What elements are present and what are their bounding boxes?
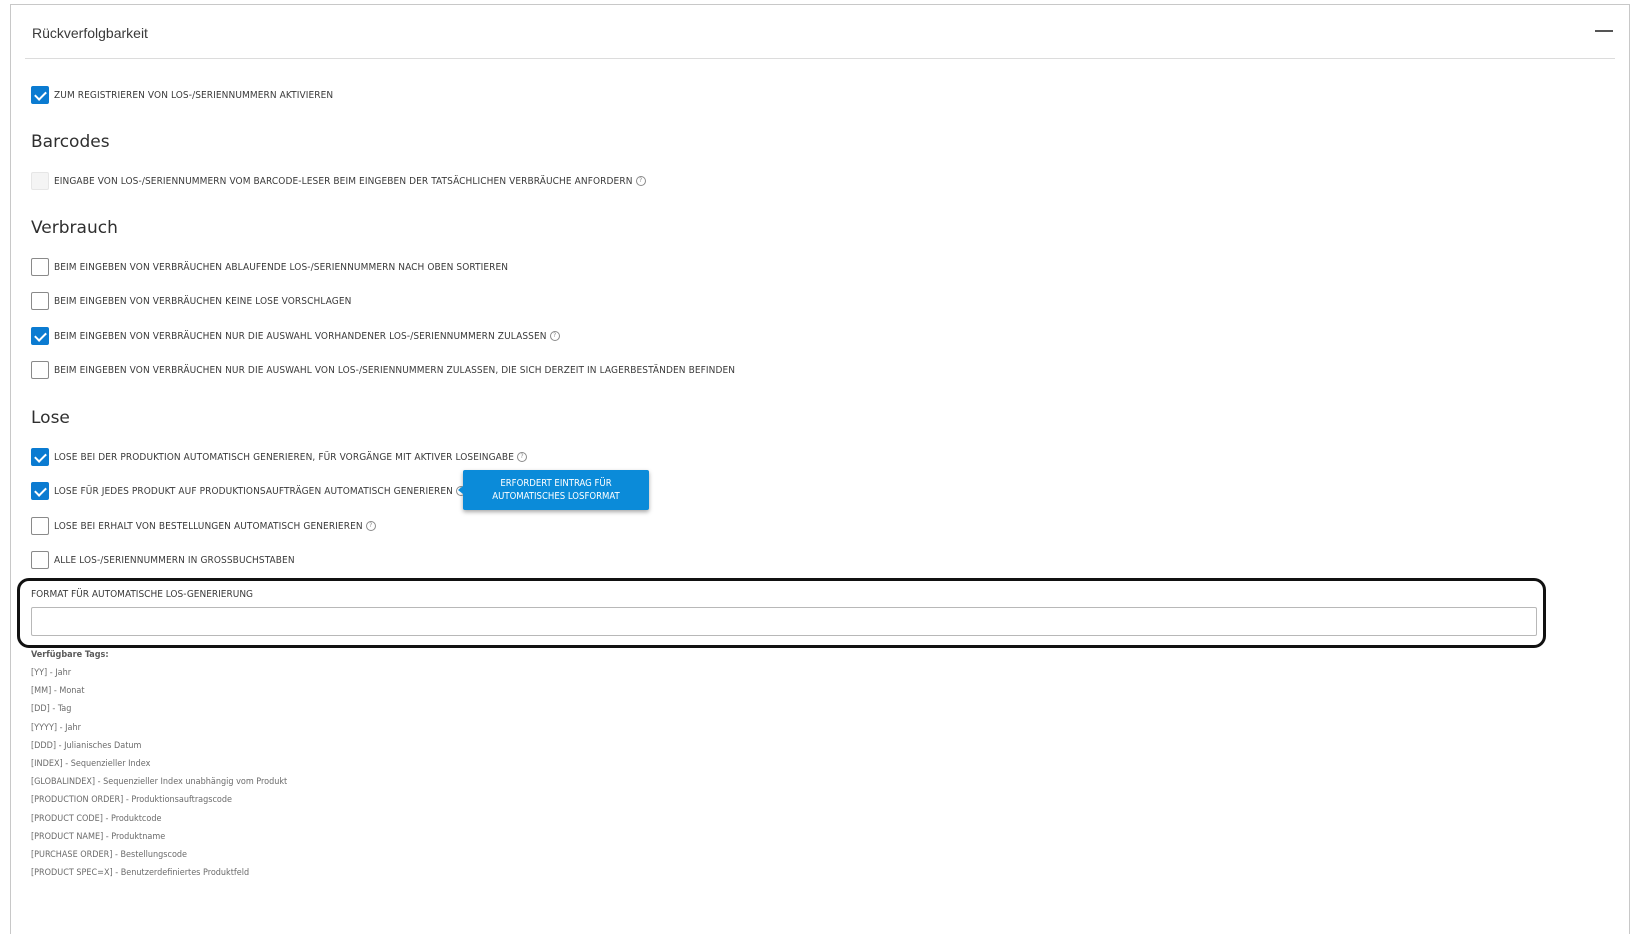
help-icon[interactable]: ? — [549, 331, 560, 341]
no-suggest-lots-checkbox[interactable] — [31, 292, 49, 310]
only-existing-lots-label: BEIM EINGEBEN VON VERBRÄUCHEN NUR DIE AU… — [54, 330, 547, 342]
enable-lot-serial-checkbox[interactable] — [31, 86, 49, 104]
tag-item: [PRODUCT SPEC=X] - Benutzerdefiniertes P… — [31, 868, 250, 879]
tag-item: [PRODUCT NAME] - Produktname — [31, 831, 166, 842]
verbrauch-option-row[interactable]: BEIM EINGEBEN VON VERBRÄUCHEN NUR DIE AU… — [31, 326, 560, 346]
tag-item: [PRODUCTION ORDER] - Produktionsauftrags… — [31, 795, 233, 806]
tags-title: Verfügbare Tags: — [31, 650, 109, 660]
enable-lot-serial-label: ZUM REGISTRIEREN VON LOS-/SERIENNUMMERN … — [54, 89, 334, 101]
tag-item: [GLOBALINDEX] - Sequenzieller Index unab… — [31, 777, 288, 788]
only-in-stock-lots-checkbox[interactable] — [31, 361, 49, 379]
help-icon[interactable]: ? — [365, 521, 376, 531]
tag-item: [DDD] - Julianisches Datum — [31, 740, 142, 751]
sort-expiring-checkbox[interactable] — [31, 258, 49, 276]
auto-lots-purchase-checkbox[interactable] — [31, 517, 49, 535]
lose-option-row[interactable]: LOSE BEI ERHALT VON BESTELLUNGEN AUTOMAT… — [31, 516, 376, 536]
verbrauch-heading: Verbrauch — [31, 218, 118, 238]
verbrauch-option-row[interactable]: BEIM EINGEBEN VON VERBRÄUCHEN ABLAUFENDE… — [31, 257, 508, 277]
auto-lots-production-label: LOSE BEI DER PRODUKTION AUTOMATISCH GENE… — [54, 451, 514, 463]
no-suggest-lots-label: BEIM EINGEBEN VON VERBRÄUCHEN KEINE LOSE… — [54, 295, 352, 307]
collapse-icon[interactable] — [1595, 30, 1613, 32]
barcodes-heading: Barcodes — [31, 132, 110, 152]
uppercase-lots-checkbox[interactable] — [31, 551, 49, 569]
sort-expiring-label: BEIM EINGEBEN VON VERBRÄUCHEN ABLAUFENDE… — [54, 261, 509, 273]
available-tags: Verfügbare Tags: [YY] - Jahr [MM] - Mona… — [31, 649, 287, 885]
tag-item: [MM] - Monat — [31, 686, 85, 697]
tag-item: [YY] - Jahr — [31, 668, 72, 678]
barcode-require-checkbox — [31, 172, 49, 190]
auto-lots-per-product-checkbox[interactable] — [31, 482, 49, 500]
tag-item: [YYYY] - Jahr — [31, 722, 81, 733]
enable-lot-serial-row[interactable]: ZUM REGISTRIEREN VON LOS-/SERIENNUMMERN … — [31, 85, 333, 105]
tag-item: [PRODUCT CODE] - Produktcode — [31, 813, 162, 824]
help-icon[interactable]: ? — [516, 452, 527, 462]
tag-item: [PURCHASE ORDER] - Bestellungscode — [31, 849, 188, 860]
tag-item: [INDEX] - Sequenzieller Index — [31, 758, 151, 769]
panel-title: Rückverfolgbarkeit — [32, 25, 148, 41]
barcode-require-row: EINGABE VON LOS-/SERIENNUMMERN VOM BARCO… — [31, 171, 646, 191]
only-existing-lots-checkbox[interactable] — [31, 327, 49, 345]
auto-lots-per-product-label: LOSE FÜR JEDES PRODUKT AUF PRODUKTIONSAU… — [54, 485, 453, 497]
verbrauch-option-row[interactable]: BEIM EINGEBEN VON VERBRÄUCHEN NUR DIE AU… — [31, 360, 735, 380]
auto-lots-purchase-label: LOSE BEI ERHALT VON BESTELLUNGEN AUTOMAT… — [54, 520, 363, 532]
requirement-tooltip: ERFORDERT EINTRAG FÜR AUTOMATISCHES LOSF… — [458, 470, 649, 510]
lose-option-row[interactable]: LOSE FÜR JEDES PRODUKT AUF PRODUKTIONSAU… — [31, 481, 466, 501]
only-in-stock-lots-label: BEIM EINGEBEN VON VERBRÄUCHEN NUR DIE AU… — [54, 364, 736, 376]
lose-option-row[interactable]: ALLE LOS-/SERIENNUMMERN IN GROSSBUCHSTAB… — [31, 550, 295, 570]
uppercase-lots-label: ALLE LOS-/SERIENNUMMERN IN GROSSBUCHSTAB… — [54, 554, 295, 566]
barcode-require-label: EINGABE VON LOS-/SERIENNUMMERN VOM BARCO… — [54, 175, 633, 187]
format-input[interactable] — [31, 607, 1537, 636]
auto-lots-production-checkbox[interactable] — [31, 448, 49, 466]
panel-header: Rückverfolgbarkeit — [25, 5, 1615, 59]
verbrauch-option-row[interactable]: BEIM EINGEBEN VON VERBRÄUCHEN KEINE LOSE… — [31, 291, 351, 311]
lose-heading: Lose — [31, 408, 70, 428]
tag-item: [DD] - Tag — [31, 704, 72, 715]
format-field-label: FORMAT FÜR AUTOMATISCHE LOS-GENERIERUNG — [31, 589, 254, 600]
help-icon[interactable]: ? — [635, 176, 646, 186]
lose-option-row[interactable]: LOSE BEI DER PRODUKTION AUTOMATISCH GENE… — [31, 447, 527, 467]
